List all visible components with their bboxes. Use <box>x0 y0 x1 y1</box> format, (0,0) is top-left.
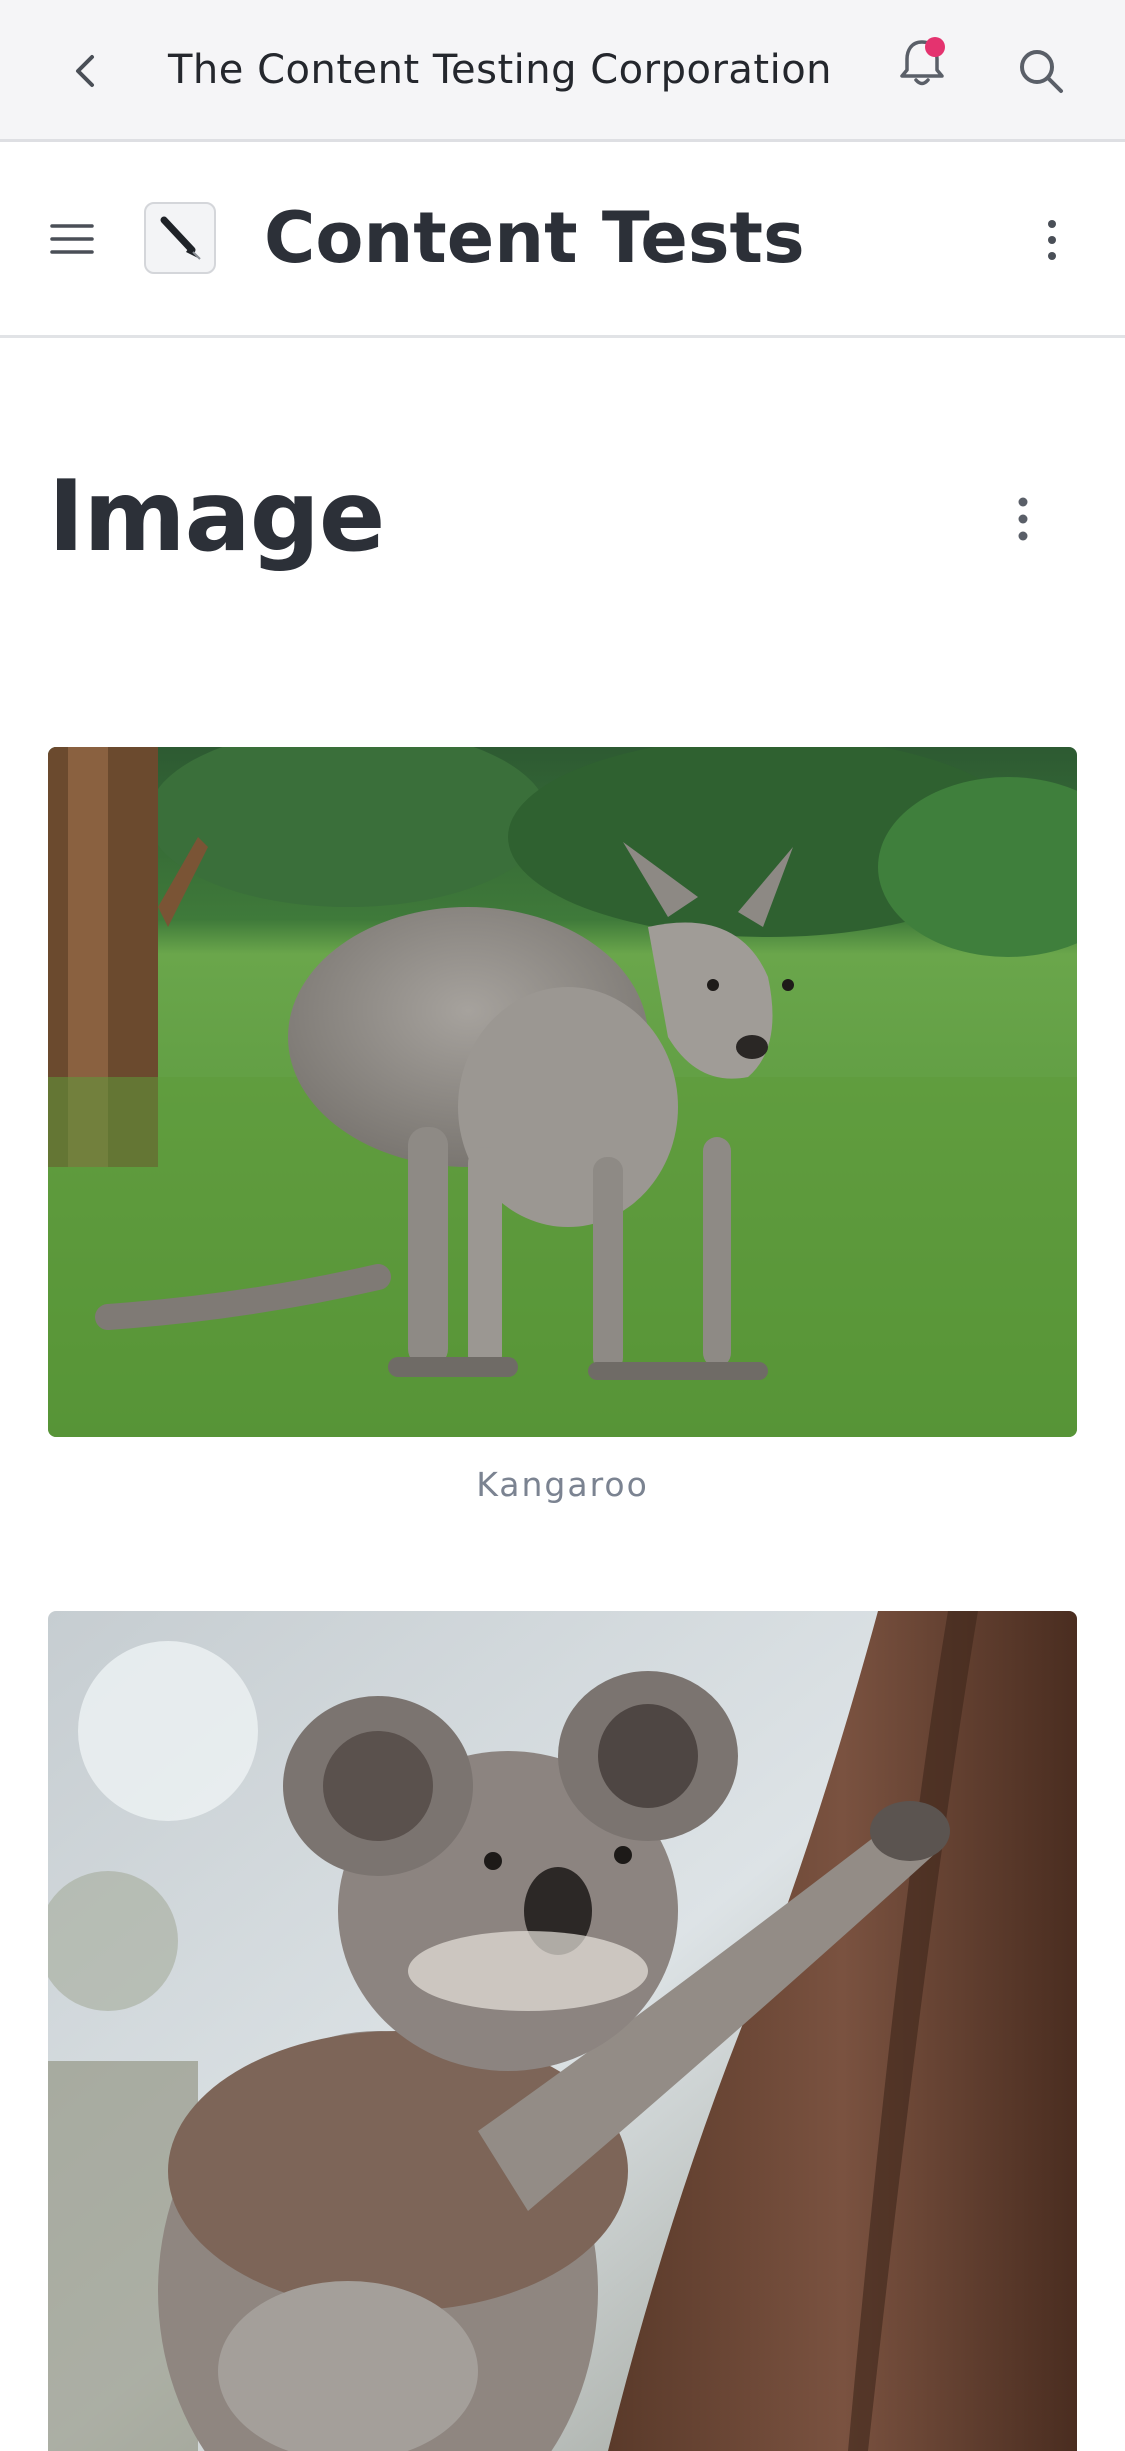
page-options-icon[interactable] <box>1012 496 1034 542</box>
pen-icon <box>160 216 201 260</box>
space-header: Content Tests <box>0 142 1125 338</box>
hamburger-menu-icon[interactable] <box>50 221 94 257</box>
chevron-left-icon[interactable] <box>62 47 110 95</box>
search-icon[interactable] <box>1016 46 1066 96</box>
org-header: The Content Testing Corporation <box>0 0 1125 142</box>
image-caption: Kangaroo <box>476 1465 649 1504</box>
kangaroo-image[interactable] <box>48 747 1077 1437</box>
space-avatar[interactable] <box>144 202 216 274</box>
organization-name[interactable]: The Content Testing Corporation <box>168 42 832 98</box>
page-title: Image <box>48 460 385 574</box>
kebab-menu-icon[interactable] <box>1042 218 1062 262</box>
koala-image[interactable] <box>48 1611 1077 2451</box>
space-title: Content Tests <box>264 197 805 279</box>
notification-badge <box>925 37 945 57</box>
